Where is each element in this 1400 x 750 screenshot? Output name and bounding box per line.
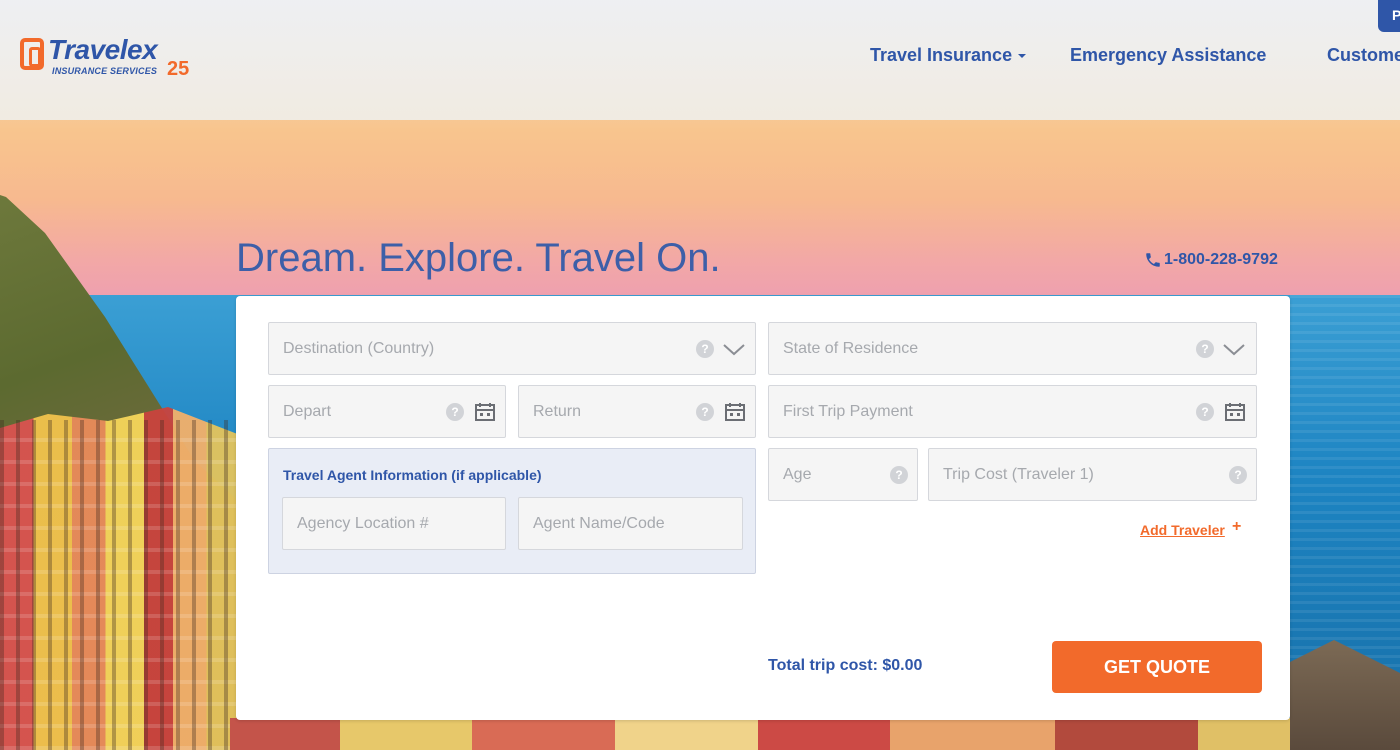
chevron-down-icon [1223, 344, 1245, 356]
agent-name-placeholder: Agent Name/Code [533, 515, 665, 532]
agency-location-input[interactable]: Agency Location # [282, 497, 506, 550]
age-placeholder: Age [783, 466, 812, 483]
nav-customer-label: Custome [1327, 45, 1400, 65]
travel-agent-section: Travel Agent Information (if applicable)… [268, 448, 756, 574]
travelex-logo[interactable]: Travelex INSURANCE SERVICES 25 [20, 34, 210, 86]
state-placeholder: State of Residence [783, 340, 919, 357]
destination-select[interactable]: Destination (Country) ? [268, 322, 756, 375]
state-of-residence-select[interactable]: State of Residence ? [768, 322, 1257, 375]
site-header: Travelex INSURANCE SERVICES 25 Travel In… [0, 0, 1400, 120]
phone-number: 1-800-228-9792 [1164, 251, 1278, 268]
nav-customer[interactable]: Custome [1327, 45, 1400, 66]
add-traveler-link[interactable]: Add Traveler [1140, 522, 1225, 538]
age-input[interactable]: Age ? [768, 448, 918, 501]
total-trip-cost: Total trip cost: $0.00 [768, 657, 923, 674]
nav-emergency-assistance-label: Emergency Assistance [1070, 45, 1267, 65]
chevron-down-icon [723, 344, 745, 356]
quote-form-card: Destination (Country) ? State of Residen… [236, 296, 1290, 720]
agency-location-placeholder: Agency Location # [297, 515, 429, 532]
nav-emergency-assistance[interactable]: Emergency Assistance [1070, 45, 1266, 66]
help-icon[interactable]: ? [1196, 403, 1214, 421]
calendar-icon[interactable] [725, 402, 745, 422]
depart-date-field[interactable]: Depart ? [268, 385, 506, 438]
help-icon[interactable]: ? [1229, 466, 1247, 484]
phone-link[interactable]: 1-800-228-9792 [1144, 251, 1278, 269]
logo-name: Travelex [48, 34, 158, 65]
help-icon[interactable]: ? [890, 466, 908, 484]
calendar-icon[interactable] [1225, 402, 1245, 422]
help-icon[interactable]: ? [446, 403, 464, 421]
logo-subtitle: INSURANCE SERVICES [52, 66, 158, 76]
town-bottom [230, 718, 1330, 750]
phone-icon [1146, 253, 1160, 267]
depart-placeholder: Depart [283, 403, 332, 420]
logo-anniversary-badge: 25 [167, 58, 190, 80]
town-windows [0, 420, 240, 750]
get-quote-button[interactable]: GET QUOTE [1052, 641, 1262, 693]
return-placeholder: Return [533, 403, 582, 420]
corner-button-label: P [1392, 7, 1400, 23]
nav-travel-insurance[interactable]: Travel Insurance [870, 45, 1027, 66]
calendar-icon[interactable] [475, 402, 495, 422]
return-date-field[interactable]: Return ? [518, 385, 756, 438]
nav-travel-insurance-label: Travel Insurance [870, 45, 1013, 65]
agent-name-input[interactable]: Agent Name/Code [518, 497, 743, 550]
caret-down-icon [1018, 54, 1027, 59]
help-icon[interactable]: ? [1196, 340, 1214, 358]
destination-placeholder: Destination (Country) [283, 340, 435, 357]
help-icon[interactable]: ? [696, 403, 714, 421]
corner-button[interactable]: P [1378, 0, 1400, 32]
first-payment-placeholder: First Trip Payment [783, 403, 913, 420]
hero-title: Dream. Explore. Travel On. [236, 236, 721, 280]
first-trip-payment-field[interactable]: First Trip Payment ? [768, 385, 1257, 438]
travel-agent-title: Travel Agent Information (if applicable) [283, 467, 542, 483]
trip-cost-input[interactable]: Trip Cost (Traveler 1) ? [928, 448, 1257, 501]
trip-cost-placeholder: Trip Cost (Traveler 1) [943, 466, 1094, 483]
logo-mark-icon [20, 38, 44, 70]
plus-icon[interactable]: + [1232, 518, 1241, 536]
help-icon[interactable]: ? [696, 340, 714, 358]
